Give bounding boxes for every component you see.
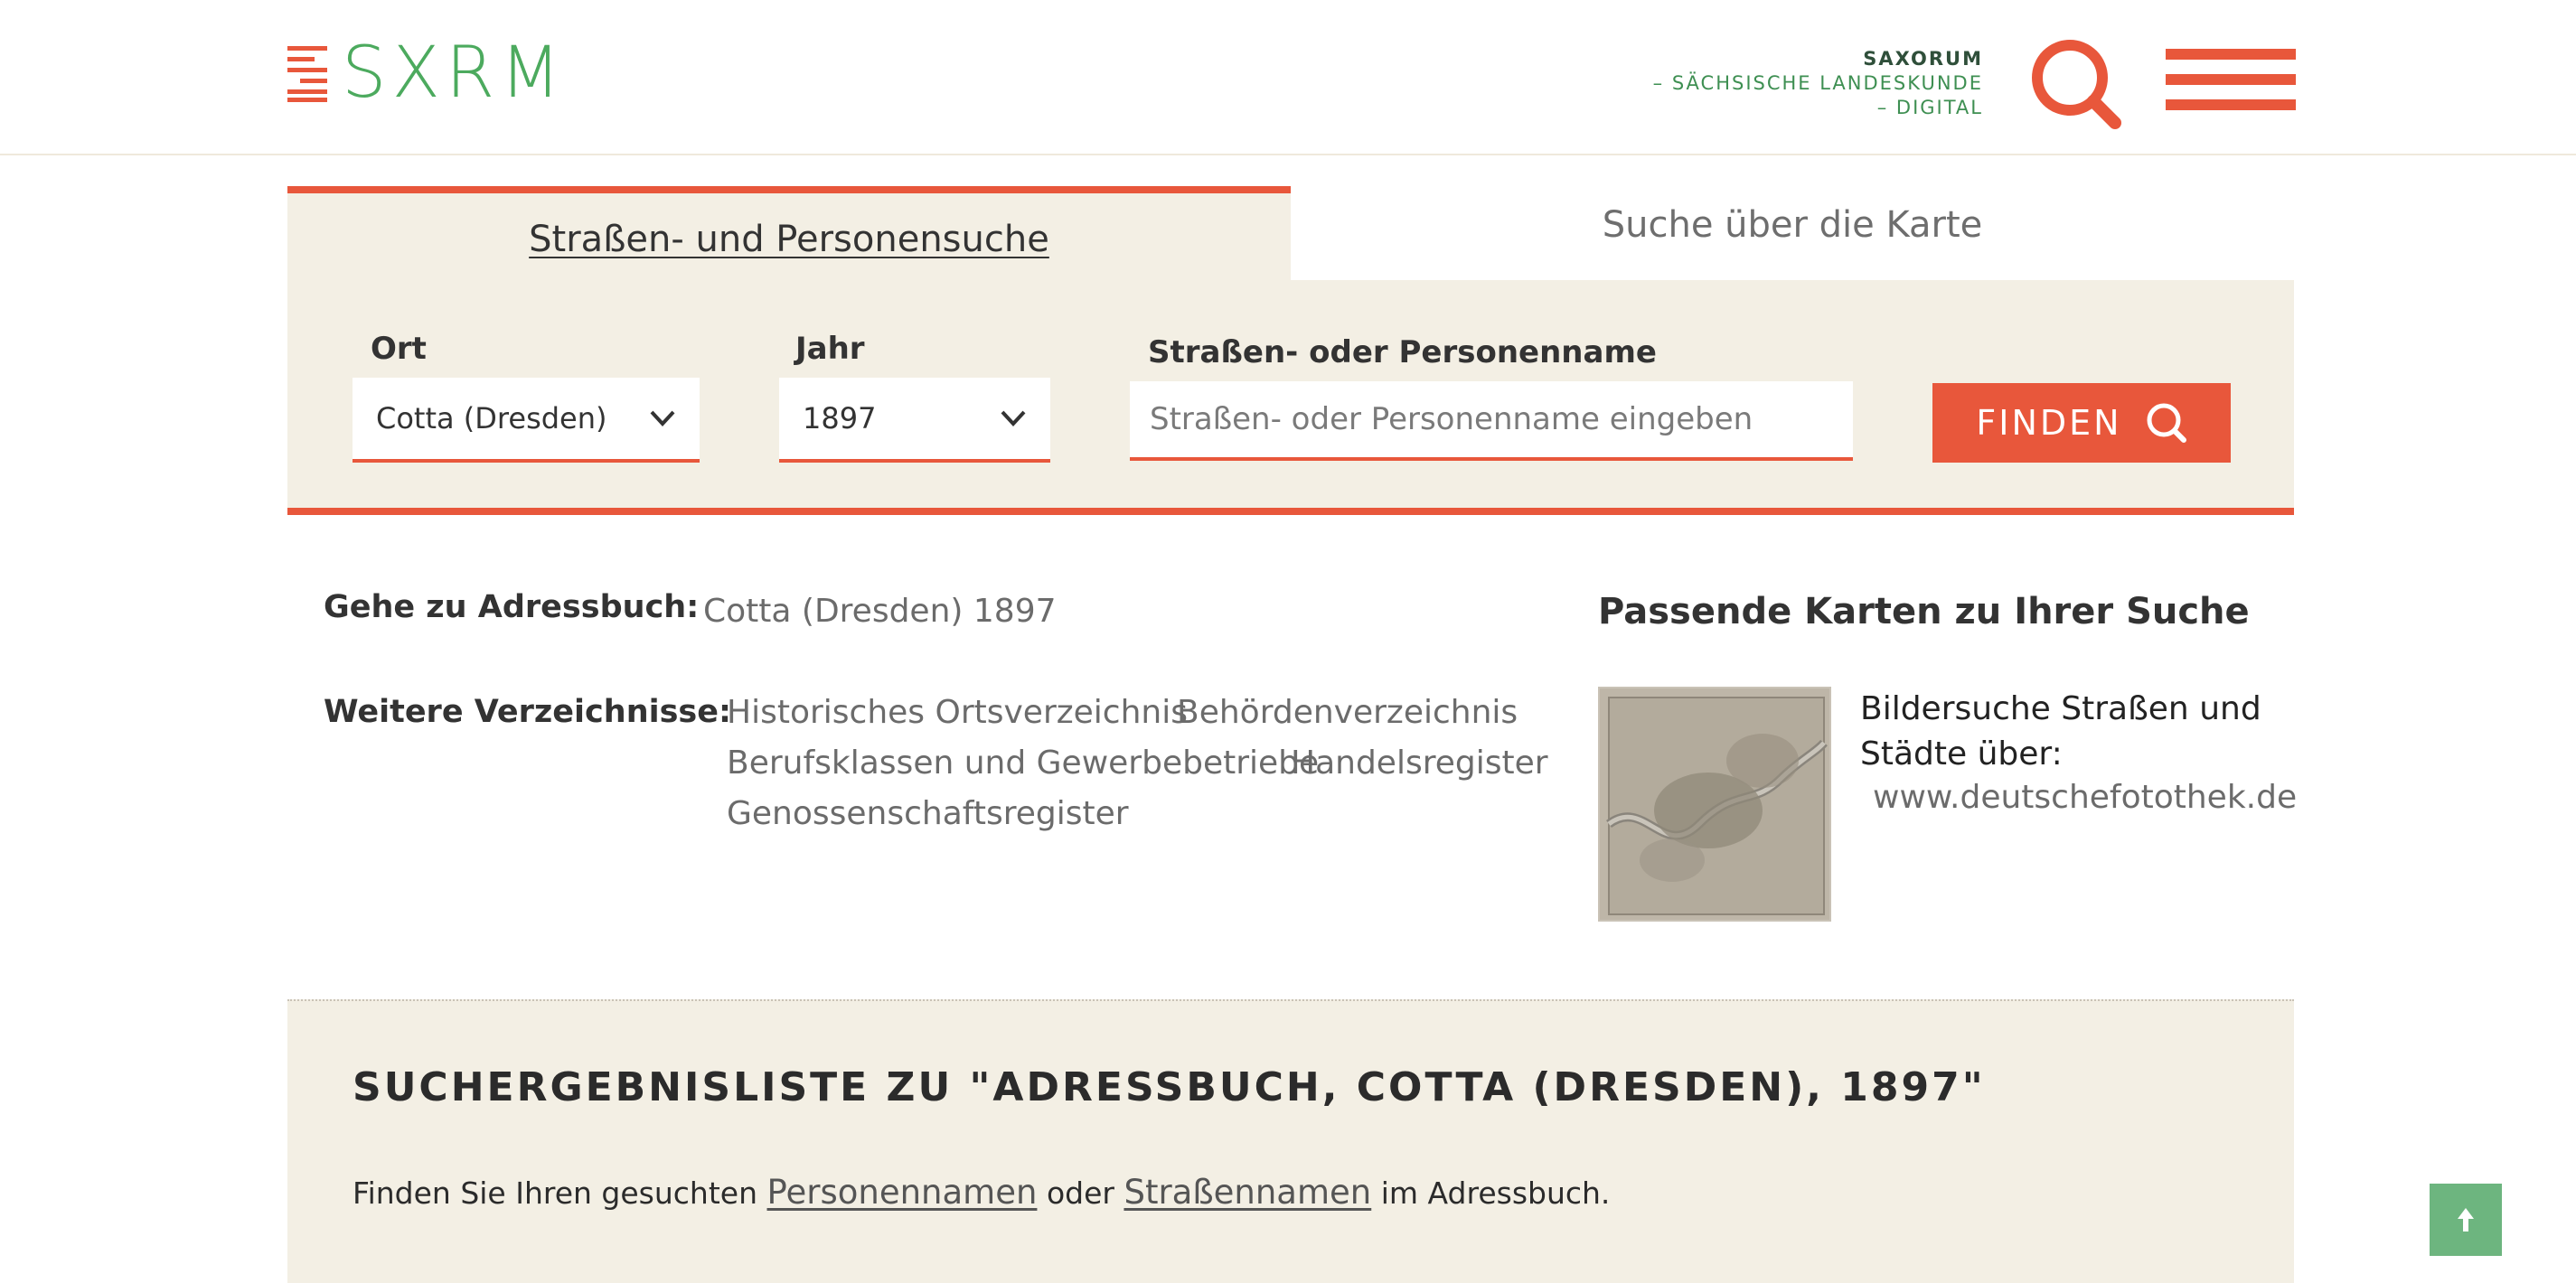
city-map-thumbnail[interactable] xyxy=(1598,687,1831,922)
goto-addressbook-label: Gehe zu Adressbuch: xyxy=(324,589,700,625)
back-to-top-button[interactable] xyxy=(2430,1184,2502,1256)
results-text-before: Finden Sie Ihren gesuchten xyxy=(353,1175,757,1211)
directory-link-berufsklassen[interactable]: Berufsklassen und Gewerbebetriebe xyxy=(727,745,1319,782)
map-image xyxy=(1600,688,1829,920)
chevron-down-icon xyxy=(1001,410,1026,426)
persons-link[interactable]: Personennamen xyxy=(767,1173,1038,1212)
name-label: Straßen- oder Personenname xyxy=(1148,334,1657,370)
results-text-after: im Adressbuch. xyxy=(1380,1175,1611,1211)
directory-link-genossenschaftsregister[interactable]: Genossenschaftsregister xyxy=(727,795,1129,832)
menu-bar-icon xyxy=(2166,99,2296,110)
map-caption: Bildersuche Straßen und Städte über: xyxy=(1860,690,2261,773)
find-button[interactable]: FINDEN xyxy=(1932,383,2231,463)
ort-label: Ort xyxy=(371,331,427,367)
search-tabs: Straßen- und Personensuche Suche über di… xyxy=(287,186,2294,282)
streets-link[interactable]: Straßennamen xyxy=(1123,1173,1371,1212)
jahr-select[interactable]: 1897 xyxy=(779,378,1050,463)
chevron-down-icon xyxy=(650,410,675,426)
brand-line-1: SAXORUM xyxy=(1863,48,1983,70)
menu-bar-icon xyxy=(2166,49,2296,60)
results-hint: Finden Sie Ihren gesuchten Personennamen… xyxy=(353,1173,1610,1212)
directory-link-handelsregister[interactable]: Handelsregister xyxy=(1291,745,1548,782)
directory-link-behoerdenverzeichnis[interactable]: Behördenverzeichnis xyxy=(1177,694,1518,731)
brand-line-3: – DIGITAL xyxy=(1876,97,1983,118)
results-section: SUCHERGEBNISLISTE ZU "ADRESSBUCH, COTTA … xyxy=(287,999,2294,1283)
arrow-up-icon xyxy=(2458,1208,2474,1231)
more-directories-label: Weitere Verzeichnisse: xyxy=(324,694,732,730)
tab-map-search[interactable]: Suche über die Karte xyxy=(1291,186,2294,282)
deutschefotothek-link[interactable]: www.deutschefotothek.de xyxy=(1873,779,2297,816)
menu-bar-icon xyxy=(2166,74,2296,85)
jahr-label: Jahr xyxy=(795,331,865,367)
jahr-selected-value: 1897 xyxy=(803,401,877,435)
brand-subtitle: SAXORUM – SÄCHSISCHE LANDESKUNDE – DIGIT… xyxy=(1653,47,1983,120)
results-text-middle: oder xyxy=(1046,1175,1114,1211)
hamburger-menu-button[interactable] xyxy=(2166,49,2296,116)
goto-addressbook-link[interactable]: Cotta (Dresden) 1897 xyxy=(703,593,1057,630)
find-button-label: FINDEN xyxy=(1976,403,2122,443)
results-title: SUCHERGEBNISLISTE ZU "ADRESSBUCH, COTTA … xyxy=(353,1064,1986,1110)
brand-line-2: – SÄCHSISCHE LANDESKUNDE xyxy=(1652,72,1983,94)
header-search-button[interactable] xyxy=(2028,36,2122,130)
search-icon xyxy=(2032,40,2121,129)
site-header: SXRM SAXORUM – SÄCHSISCHE LANDESKUNDE – … xyxy=(0,0,2576,155)
name-search-input[interactable] xyxy=(1130,381,1853,461)
logo-stripes-icon xyxy=(287,46,327,102)
matching-maps-title: Passende Karten zu Ihrer Suche xyxy=(1598,591,2250,632)
search-icon xyxy=(2147,403,2186,443)
ort-selected-value: Cotta (Dresden) xyxy=(376,401,607,435)
ort-select[interactable]: Cotta (Dresden) xyxy=(353,378,700,463)
tab-label: Straßen- und Personensuche xyxy=(529,219,1049,260)
logo-text: SXRM xyxy=(342,33,567,114)
directory-link-ortsverzeichnis[interactable]: Historisches Ortsverzeichnis xyxy=(727,694,1188,731)
tab-street-person-search[interactable]: Straßen- und Personensuche xyxy=(287,186,1291,282)
site-logo[interactable]: SXRM xyxy=(287,33,567,114)
tab-label: Suche über die Karte xyxy=(1602,204,1983,246)
search-panel: Ort Cotta (Dresden) Jahr 1897 Straßen- o… xyxy=(287,280,2294,515)
